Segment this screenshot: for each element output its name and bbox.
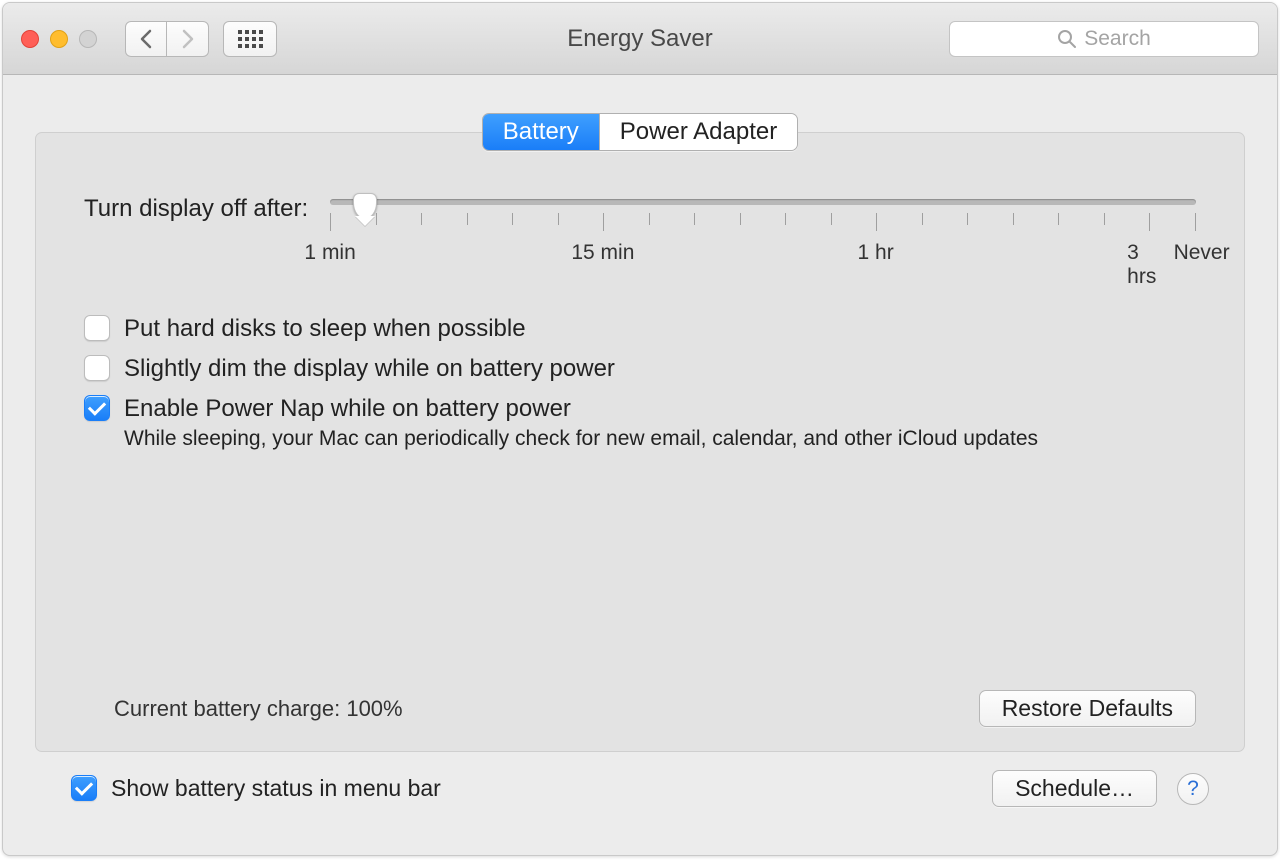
panel-bottom-row: Current battery charge: 100% Restore Def… (84, 670, 1196, 727)
checkbox-icon (84, 315, 110, 341)
check-dim-display-label: Slightly dim the display while on batter… (124, 355, 615, 383)
nav-buttons (125, 21, 209, 57)
checkbox-icon (84, 355, 110, 381)
slider-ticks (330, 213, 1196, 231)
schedule-button[interactable]: Schedule… (992, 770, 1157, 807)
content-area: Battery Power Adapter Turn display off a… (3, 75, 1277, 855)
tick-never: Never (1174, 241, 1230, 265)
search-icon (1057, 29, 1077, 49)
tick-3hrs: 3 hrs (1127, 241, 1173, 289)
close-window-button[interactable] (21, 30, 39, 48)
chevron-left-icon (139, 29, 153, 49)
display-off-label: Turn display off after: (84, 189, 308, 223)
slider-thumb[interactable] (353, 193, 377, 219)
tick-1min: 1 min (304, 241, 355, 265)
tab-control: Battery Power Adapter (482, 113, 798, 151)
checkbox-checked-icon (84, 395, 110, 421)
traffic-lights (21, 30, 97, 48)
search-placeholder: Search (1084, 27, 1151, 51)
check-menu-bar-label: Show battery status in menu bar (111, 775, 441, 802)
tab-power-adapter[interactable]: Power Adapter (599, 114, 797, 150)
tick-15min: 15 min (571, 241, 634, 265)
chevron-right-icon (181, 29, 195, 49)
check-power-nap[interactable]: Enable Power Nap while on battery power (84, 395, 1196, 423)
check-hard-disks-label: Put hard disks to sleep when possible (124, 315, 526, 343)
minimize-window-button[interactable] (50, 30, 68, 48)
check-menu-bar[interactable]: Show battery status in menu bar (71, 775, 441, 802)
check-dim-display[interactable]: Slightly dim the display while on batter… (84, 355, 1196, 383)
show-all-button[interactable] (223, 21, 277, 57)
tab-battery[interactable]: Battery (483, 114, 599, 150)
display-off-slider[interactable]: 1 min 15 min 1 hr 3 hrs Never (330, 189, 1196, 269)
forward-button (167, 21, 209, 57)
battery-charge-status: Current battery charge: 100% (114, 696, 403, 722)
grid-icon (238, 30, 263, 48)
check-power-nap-label: Enable Power Nap while on battery power (124, 395, 571, 423)
slider-track (330, 199, 1196, 205)
display-off-row: Turn display off after: 1 min 15 min (84, 189, 1196, 269)
help-icon: ? (1187, 777, 1199, 801)
slider-tick-labels: 1 min 15 min 1 hr 3 hrs Never (330, 241, 1196, 269)
restore-defaults-button[interactable]: Restore Defaults (979, 690, 1196, 727)
back-button[interactable] (125, 21, 167, 57)
footer: Show battery status in menu bar Schedule… (35, 752, 1245, 831)
help-button[interactable]: ? (1177, 773, 1209, 805)
fullscreen-window-button (79, 30, 97, 48)
settings-panel: Turn display off after: 1 min 15 min (35, 132, 1245, 752)
search-input[interactable]: Search (949, 21, 1259, 57)
checkbox-list: Put hard disks to sleep when possible Sl… (84, 315, 1196, 451)
checkbox-checked-icon (71, 775, 97, 801)
tick-1hr: 1 hr (858, 241, 894, 265)
power-nap-description: While sleeping, your Mac can periodicall… (124, 427, 1196, 451)
titlebar: Energy Saver Search (3, 3, 1277, 75)
check-hard-disks[interactable]: Put hard disks to sleep when possible (84, 315, 1196, 343)
preferences-window: Energy Saver Search Battery Power Adapte… (2, 2, 1278, 856)
